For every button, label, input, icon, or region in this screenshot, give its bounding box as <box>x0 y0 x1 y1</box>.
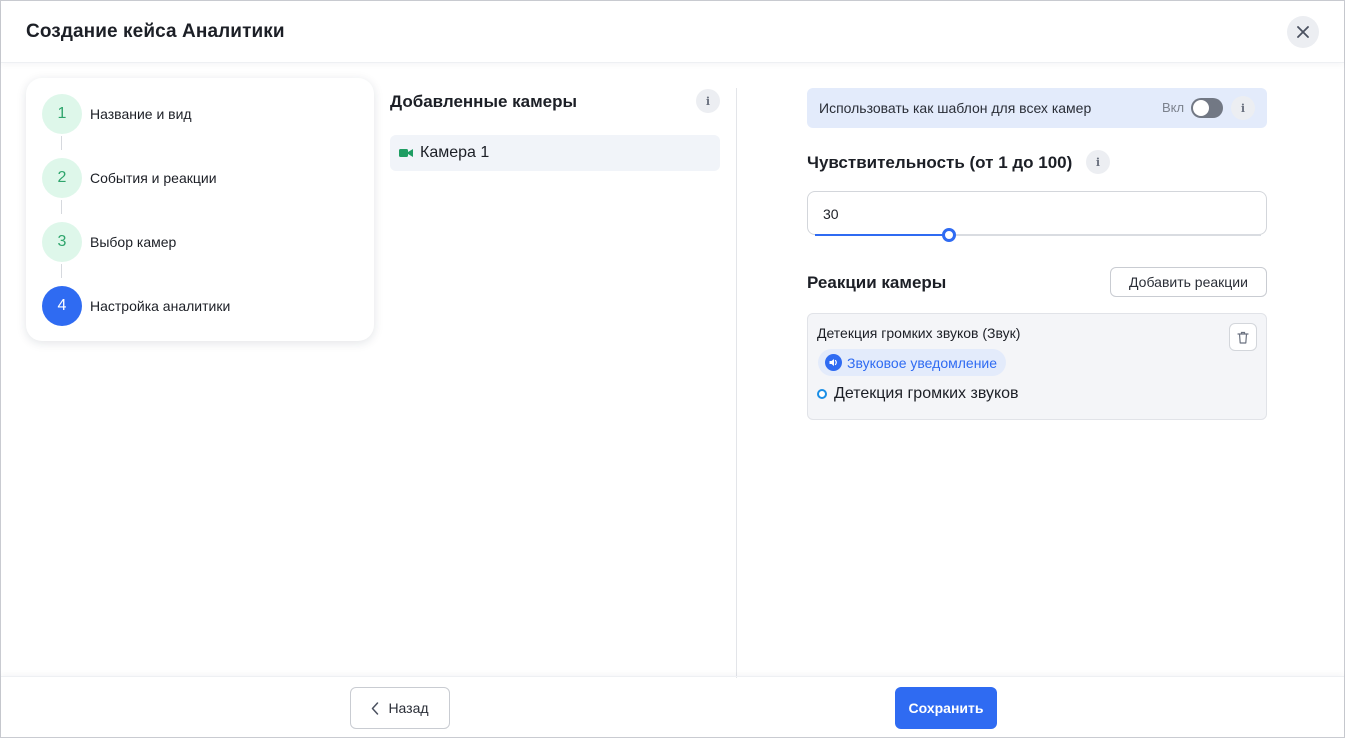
template-setting-bar: Использовать как шаблон для всех камер В… <box>807 88 1267 128</box>
sensitivity-field[interactable]: 30 <box>807 191 1267 242</box>
info-icon[interactable]: i <box>696 89 720 113</box>
step-connector <box>61 136 62 150</box>
info-icon[interactable]: i <box>1086 150 1110 174</box>
close-button[interactable] <box>1287 16 1319 48</box>
step-number: 3 <box>42 222 82 262</box>
sensitivity-slider-thumb[interactable] <box>941 228 956 242</box>
camera-list-item[interactable]: Камера 1 <box>390 135 720 171</box>
modal-title: Создание кейса Аналитики <box>26 21 285 42</box>
reaction-name: Детекция громких звуков (Звук) <box>817 325 1021 341</box>
modal-window: Создание кейса Аналитики 1 Название и ви… <box>0 0 1345 738</box>
info-icon[interactable]: i <box>1231 96 1255 120</box>
step-number: 2 <box>42 158 82 198</box>
step-label: События и реакции <box>90 170 217 186</box>
step-number: 1 <box>42 94 82 134</box>
back-button[interactable]: Назад <box>350 687 450 729</box>
event-label: Детекция громких звуков <box>834 385 1019 402</box>
sensitivity-value: 30 <box>823 206 839 222</box>
close-icon <box>1297 26 1309 38</box>
step-4[interactable]: 4 Настройка аналитики <box>42 286 230 326</box>
step-2[interactable]: 2 События и реакции <box>42 158 217 198</box>
sensitivity-title: Чувствительность (от 1 до 100) <box>807 153 1073 172</box>
sound-notification-chip[interactable]: Звуковое уведомление <box>818 349 1007 376</box>
step-label: Название и вид <box>90 106 192 122</box>
step-1[interactable]: 1 Название и вид <box>42 94 192 134</box>
toggle-knob <box>1193 100 1209 116</box>
step-connector <box>61 200 62 214</box>
camera-label: Камера 1 <box>420 144 490 161</box>
video-camera-icon <box>399 149 413 157</box>
template-label: Использовать как шаблон для всех камер <box>819 100 1092 116</box>
camera-reactions-title: Реакции камеры <box>807 273 947 292</box>
reaction-card: Детекция громких звуков (Звук) Звуковое … <box>807 313 1267 420</box>
chip-label: Звуковое уведомление <box>847 354 998 371</box>
sensitivity-slider-fill <box>815 234 949 236</box>
event-item: Детекция громких звуков <box>817 385 1019 403</box>
step-3[interactable]: 3 Выбор камер <box>42 222 176 262</box>
trash-icon <box>1237 331 1249 344</box>
wizard-stepper: 1 Название и вид 2 События и реакции 3 В… <box>26 78 374 341</box>
added-cameras-title: Добавленные камеры <box>390 92 578 111</box>
step-number: 4 <box>42 286 82 326</box>
step-connector <box>61 264 62 278</box>
speaker-icon <box>825 354 842 371</box>
step-label: Выбор камер <box>90 234 177 250</box>
add-reactions-button[interactable]: Добавить реакции <box>1110 267 1267 297</box>
event-bullet <box>817 389 827 399</box>
sensitivity-slider-track[interactable] <box>815 228 1261 242</box>
column-divider <box>736 88 737 678</box>
save-button[interactable]: Сохранить <box>895 687 997 729</box>
template-toggle[interactable] <box>1191 98 1223 118</box>
chevron-left-icon <box>372 701 379 715</box>
back-label: Назад <box>388 700 429 716</box>
modal-footer <box>1 676 1344 738</box>
delete-reaction-button[interactable] <box>1229 323 1257 351</box>
step-label: Настройка аналитики <box>90 298 231 314</box>
toggle-label: Вкл <box>1162 100 1185 115</box>
modal-header: Создание кейса Аналитики <box>1 1 1344 63</box>
